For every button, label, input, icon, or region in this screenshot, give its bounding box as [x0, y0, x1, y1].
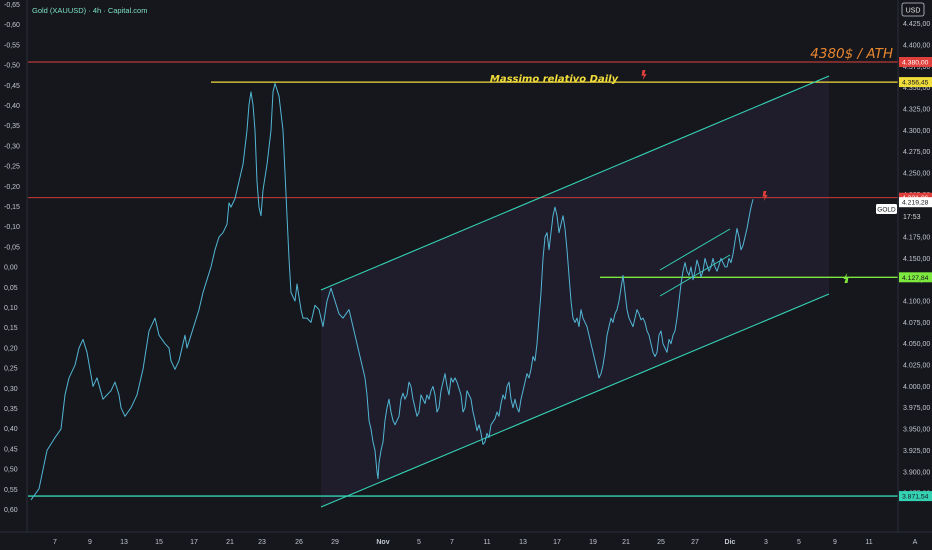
right-tick-label: 4.425,00 [903, 21, 930, 28]
left-tick-label: 0,25 [4, 366, 18, 373]
left-tick-label: 0,20 [4, 345, 18, 352]
right-tick-label: 3.975,00 [903, 405, 930, 412]
left-tick-label: 0,05 [4, 285, 18, 292]
right-tick-label: 4.075,00 [903, 320, 930, 327]
right-tick-label: 4.325,00 [903, 107, 930, 114]
time-tick-label: 17 [553, 539, 561, 546]
time-tick-label: 9 [833, 539, 837, 546]
time-tick-label: 5 [797, 539, 801, 546]
time-tick-label: 11 [483, 539, 490, 546]
left-tick-label: -0,15 [4, 204, 20, 211]
time-tick-label: 23 [258, 539, 266, 546]
time-tick-label: 13 [120, 539, 128, 546]
right-tick-label: 4.025,00 [903, 363, 930, 370]
right-tick-label: 3.950,00 [903, 427, 930, 434]
right-tick-label: 4.150,00 [903, 256, 930, 263]
time-tick-label: 29 [331, 539, 339, 546]
left-tick-label: -0,60 [4, 22, 20, 29]
left-tick-label: -0,50 [4, 63, 20, 70]
left-tick-label: 0,10 [4, 305, 18, 312]
left-tick-label: -0,45 [4, 83, 20, 90]
chart-title: Gold (XAUUSD) · 4h · Capital.com [32, 6, 147, 15]
left-tick-label: 0,60 [4, 507, 18, 514]
left-tick-label: 0,30 [4, 386, 18, 393]
time-tick-label: 19 [589, 539, 597, 546]
time-tick-label: 25 [657, 539, 665, 546]
left-tick-label: 0,40 [4, 426, 18, 433]
price-badge-label: 4.219,28 [902, 200, 929, 207]
right-tick-label: 4.175,00 [903, 235, 930, 242]
time-tick-label: Dic [725, 539, 736, 546]
time-tick-label: 7 [450, 539, 454, 546]
left-tick-label: 0,15 [4, 325, 18, 332]
time-tick-label: 3 [764, 539, 768, 546]
price-badge-label: 4.356,45 [902, 80, 929, 87]
price-badge-label: 4.127,84 [902, 275, 929, 282]
right-tick-label: 3.925,00 [903, 448, 930, 455]
time-tick-label: Nov [376, 539, 389, 546]
right-tick-label: 4.300,00 [903, 128, 930, 135]
left-tick-label: -0,25 [4, 164, 20, 171]
left-tick-label: 0,00 [4, 265, 18, 272]
time-tick-label: 13 [519, 539, 527, 546]
left-tick-label: -0,40 [4, 103, 20, 110]
ath-annotation: 4380$ / ATH [810, 46, 893, 62]
time-tick-label: 9 [88, 539, 92, 546]
daily-high-annotation: Massimo relativo Daily [490, 74, 619, 85]
time-tick-label: 11 [865, 539, 872, 546]
left-tick-label: -0,65 [4, 2, 20, 9]
left-tick-label: -0,10 [4, 224, 20, 231]
price-badge-label: 3.871,54 [902, 494, 929, 501]
time-tick-label: 17 [190, 539, 198, 546]
left-tick-label: -0,55 [4, 42, 20, 49]
time-tick-label: 21 [622, 539, 630, 546]
right-tick-label: 4.275,00 [903, 149, 930, 156]
right-tick-label: 4.400,00 [903, 42, 930, 49]
time-tick-label: 21 [226, 539, 234, 546]
time-tick-label: 7 [53, 539, 57, 546]
left-tick-label: -0,05 [4, 244, 20, 251]
left-tick-label: 0,45 [4, 446, 18, 453]
left-tick-label: 0,55 [4, 487, 18, 494]
time-tick-label: 5 [417, 539, 421, 546]
currency-label: USD [906, 8, 921, 15]
left-tick-label: -0,35 [4, 123, 20, 130]
symbol-label: GOLD [877, 207, 896, 214]
right-tick-label: 4.250,00 [903, 171, 930, 178]
time-axis-panel[interactable] [0, 532, 932, 550]
right-tick-label: 4.100,00 [903, 299, 930, 306]
time-tick-label: 26 [295, 539, 303, 546]
price-badge-label: 4.380,00 [902, 60, 929, 67]
left-tick-label: -0,20 [4, 184, 20, 191]
auto-scale-toggle[interactable]: A [913, 539, 918, 546]
left-tick-label: 0,35 [4, 406, 18, 413]
time-tick-label: 15 [155, 539, 163, 546]
right-tick-label: 4.000,00 [903, 384, 930, 391]
bar-countdown: 17:53 [903, 214, 921, 221]
right-tick-label: 4.050,00 [903, 341, 930, 348]
right-tick-label: 3.900,00 [903, 469, 930, 476]
price-chart[interactable]: -0,65 -0,60 -0,55 -0,50 -0,45 -0,40 -0,35 -0,30… [0, 0, 932, 550]
left-tick-label: -0,30 [4, 143, 20, 150]
left-tick-label: 0,50 [4, 467, 18, 474]
time-tick-label: 27 [691, 539, 699, 546]
